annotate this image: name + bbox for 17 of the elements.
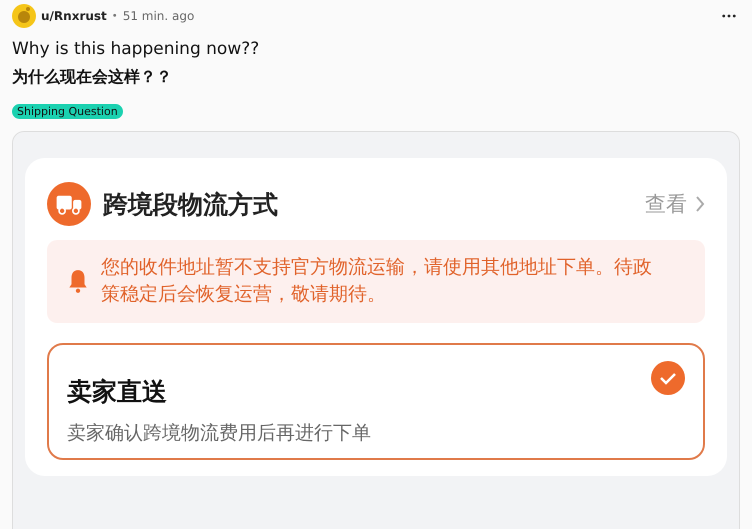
post-time: 51 min. ago	[122, 9, 194, 23]
check-icon	[651, 361, 685, 396]
option-description: 卖家确认跨境物流费用后再进行下单	[67, 421, 372, 446]
more-options-icon[interactable]	[722, 14, 736, 18]
section-title: 跨境段物流方式	[103, 188, 278, 220]
author-name[interactable]: u/Rnxrust	[41, 9, 107, 23]
shipping-option[interactable]: 卖家直送 卖家确认跨境物流费用后再进行下单	[47, 343, 705, 460]
separator-dot: •	[112, 10, 118, 22]
flair-tag[interactable]: Shipping Question	[12, 104, 123, 119]
option-title: 卖家直送	[67, 376, 167, 408]
chevron-right-icon	[695, 195, 705, 213]
avatar-icon[interactable]	[12, 4, 36, 28]
bell-icon	[67, 268, 89, 294]
notice-text: 您的收件地址暂不支持官方物流运输，请使用其他地址下单。待政策稳定后会恢复运营，敬请期待。	[101, 255, 653, 307]
post-body: 为什么现在会这样？？	[12, 67, 173, 88]
truck-icon	[47, 182, 91, 226]
post-title: Why is this happening now??	[12, 39, 260, 59]
